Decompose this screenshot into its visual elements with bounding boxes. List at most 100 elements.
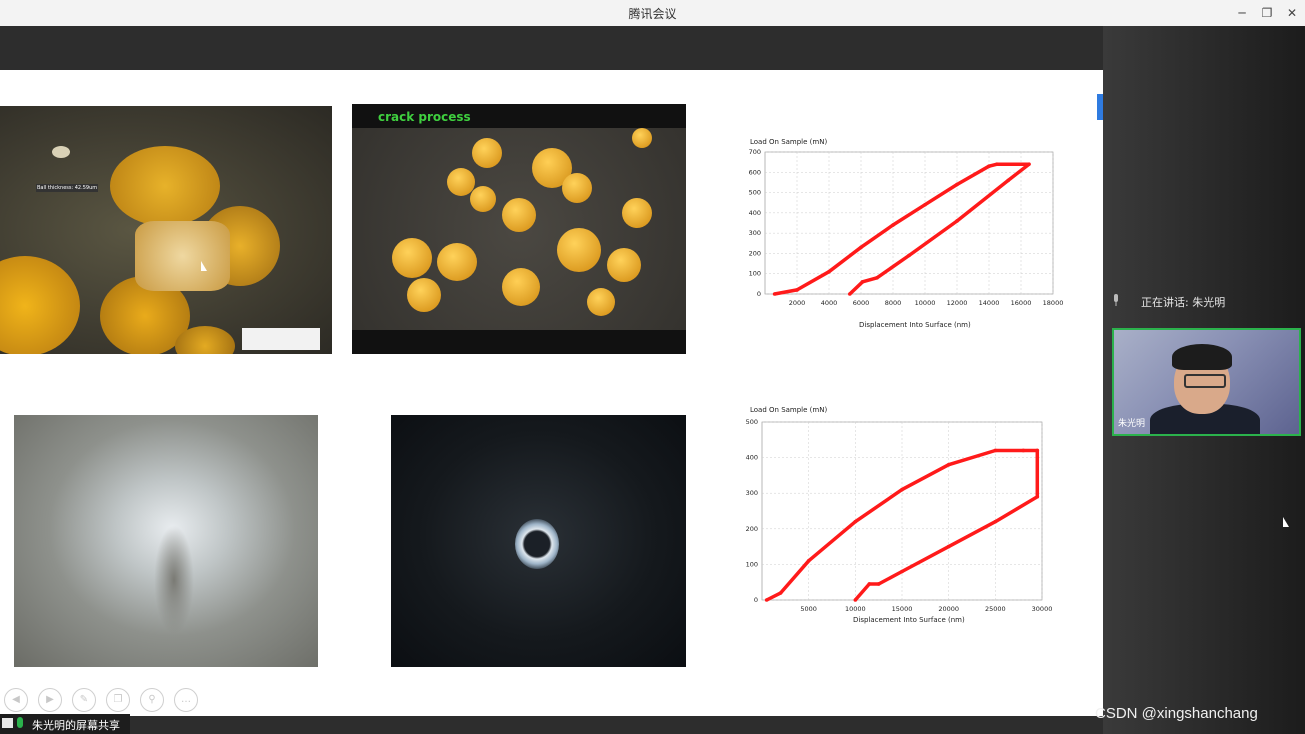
scale-bar-box bbox=[242, 328, 320, 350]
chart-top-xtick-label: 8000 bbox=[885, 299, 902, 307]
restore-icon[interactable]: ❐ bbox=[1258, 4, 1276, 22]
chart-bottom-ytick-label: 300 bbox=[746, 489, 758, 497]
chart-top-ylabel: Load On Sample (mN) bbox=[750, 138, 827, 146]
chart-top-data-point bbox=[1027, 162, 1031, 166]
indent-ring bbox=[515, 519, 559, 569]
chart-bottom-ylabel: Load On Sample (mN) bbox=[750, 406, 827, 414]
chart-top-xtick-label: 12000 bbox=[947, 299, 968, 307]
crystal-photo-1: Ball thickness: 42.59um bbox=[0, 106, 332, 354]
crack-process-photo: crack process bbox=[352, 104, 686, 354]
chart-bottom-xlabel: Displacement Into Surface (nm) bbox=[853, 616, 965, 624]
chart-top-data-point bbox=[987, 164, 991, 168]
chart-bottom-ytick-label: 200 bbox=[746, 525, 758, 533]
chart-bottom-data-point bbox=[853, 519, 858, 524]
chart-bottom-data-point bbox=[1035, 448, 1040, 453]
chart-bottom-data-point bbox=[853, 598, 858, 602]
chart-top-xtick-label: 14000 bbox=[979, 299, 1000, 307]
chart-bottom-data-point bbox=[900, 487, 904, 492]
chart-bottom-data-point bbox=[778, 591, 783, 595]
chart-top-data-point bbox=[795, 288, 799, 292]
chart-top-data-point bbox=[955, 182, 959, 187]
chart-top-xtick-label: 2000 bbox=[789, 299, 806, 307]
chart-top-ytick-label: 600 bbox=[749, 168, 761, 176]
chart-top-plot-frame bbox=[764, 151, 1054, 295]
chart-top-series-line bbox=[774, 162, 1031, 296]
chart-top-xtick-label: 18000 bbox=[1043, 299, 1064, 307]
chart-top-data-point bbox=[875, 275, 879, 280]
chart-top-data-point bbox=[907, 253, 911, 258]
screen-share-label: 朱光明的屏幕共享 bbox=[32, 719, 120, 732]
chart-top-data-point bbox=[995, 162, 999, 166]
chart-top-ytick-label: 300 bbox=[749, 229, 761, 237]
mouse-pointer-icon bbox=[1283, 517, 1289, 527]
chart-bottom-data-point bbox=[1035, 494, 1040, 499]
chart-bottom-data-point bbox=[876, 582, 881, 586]
load-displacement-chart-bottom: Load On Sample (mN) Displacement Into Su… bbox=[746, 406, 1053, 624]
chart-bottom-data-point bbox=[867, 582, 872, 586]
chart-bottom-data-point bbox=[993, 448, 998, 453]
chart-bottom-xtick-label: 15000 bbox=[892, 605, 913, 613]
crystal-field bbox=[352, 128, 686, 330]
chart-bottom-data-point bbox=[993, 519, 998, 524]
glasses bbox=[1184, 374, 1226, 388]
chart-bottom-data-point bbox=[946, 462, 951, 467]
chart-bottom-series-line bbox=[765, 448, 1040, 602]
participant-name: 朱光明 bbox=[1118, 419, 1146, 429]
slide-toolbar: ◀ ▶ ✎ ❐ ⚲ … bbox=[4, 688, 198, 712]
indentation-photo bbox=[14, 415, 318, 667]
chart-bottom-ytick-label: 500 bbox=[746, 418, 758, 426]
chart-top-ytick-label: 100 bbox=[749, 270, 761, 278]
title-bar: 腾讯会议 ─ ❐ ✕ bbox=[0, 0, 1305, 27]
chart-bottom-data-point bbox=[806, 559, 811, 563]
minimize-icon[interactable]: ─ bbox=[1233, 4, 1251, 22]
chart-top-data-point bbox=[848, 292, 852, 296]
speaking-label: 正在讲话: 朱光明 bbox=[1141, 296, 1226, 309]
chart-bottom-data-point bbox=[1021, 448, 1026, 453]
screen-share-bar[interactable]: 朱光明的屏幕共享 bbox=[0, 714, 130, 734]
thickness-annotation: Ball thickness: 42.59um bbox=[36, 184, 99, 192]
chart-top-data-point bbox=[1006, 178, 1010, 183]
chart-top-xtick-label: 16000 bbox=[1011, 299, 1032, 307]
chart-bottom-xtick-label: 10000 bbox=[845, 605, 866, 613]
participant-video[interactable]: 朱光明 bbox=[1112, 328, 1301, 436]
pen-icon[interactable]: ✎ bbox=[72, 688, 96, 712]
back-icon[interactable]: ◀ bbox=[4, 688, 28, 712]
window-title: 腾讯会议 bbox=[628, 7, 677, 21]
chart-top-data-point bbox=[860, 280, 865, 284]
chart-bottom-xtick-label: 20000 bbox=[938, 605, 959, 613]
chart-top-ytick-label: 400 bbox=[749, 209, 761, 217]
chart-bottom-xtick-label: 5000 bbox=[800, 605, 817, 613]
chart-top-data-point bbox=[891, 223, 895, 227]
chart-bottom-ytick-label: 400 bbox=[746, 454, 758, 462]
screen-share-icon bbox=[2, 718, 13, 728]
chart-top-data-point bbox=[955, 219, 959, 223]
participant-sidebar: 正在讲话: 朱光明 朱光明 bbox=[1103, 26, 1305, 734]
chart-top-data-point bbox=[772, 292, 777, 296]
close-icon[interactable]: ✕ bbox=[1283, 4, 1301, 22]
chart-top-ytick-label: 200 bbox=[749, 249, 761, 257]
zoom-icon[interactable]: ⚲ bbox=[140, 688, 164, 712]
microphone-icon bbox=[1114, 294, 1118, 306]
chart-bottom-data-point bbox=[764, 598, 769, 602]
chart-top-ytick-label: 500 bbox=[749, 189, 761, 197]
forward-icon[interactable]: ▶ bbox=[38, 688, 62, 712]
chart-top-xtick-label: 4000 bbox=[821, 299, 838, 307]
chart-top-data-point bbox=[859, 245, 863, 250]
chart-top-ytick-label: 0 bbox=[757, 290, 761, 298]
chart-bottom-xtick-label: 30000 bbox=[1032, 605, 1053, 613]
chart-top-xlabel: Displacement Into Surface (nm) bbox=[859, 321, 971, 329]
chart-top-xtick-label: 10000 bbox=[915, 299, 936, 307]
chart-top-data-point bbox=[923, 202, 927, 207]
chart-top-data-point bbox=[827, 269, 831, 274]
speaking-indicator: 正在讲话: 朱光明 bbox=[1111, 290, 1301, 312]
shared-screen: Ball thickness: 42.59um crack process Lo… bbox=[0, 26, 1103, 734]
chart-bottom-ytick-label: 100 bbox=[746, 560, 758, 568]
mouse-cursor-icon bbox=[201, 261, 207, 271]
chart-bottom-xtick-label: 25000 bbox=[985, 605, 1006, 613]
chart-bottom-ytick-label: 0 bbox=[754, 596, 758, 604]
presentation-slide: Ball thickness: 42.59um crack process Lo… bbox=[0, 70, 1103, 716]
more-icon[interactable]: … bbox=[174, 688, 198, 712]
chart-bottom-data-point bbox=[900, 569, 904, 574]
microscope-photo bbox=[391, 415, 686, 667]
copy-icon[interactable]: ❐ bbox=[106, 688, 130, 712]
